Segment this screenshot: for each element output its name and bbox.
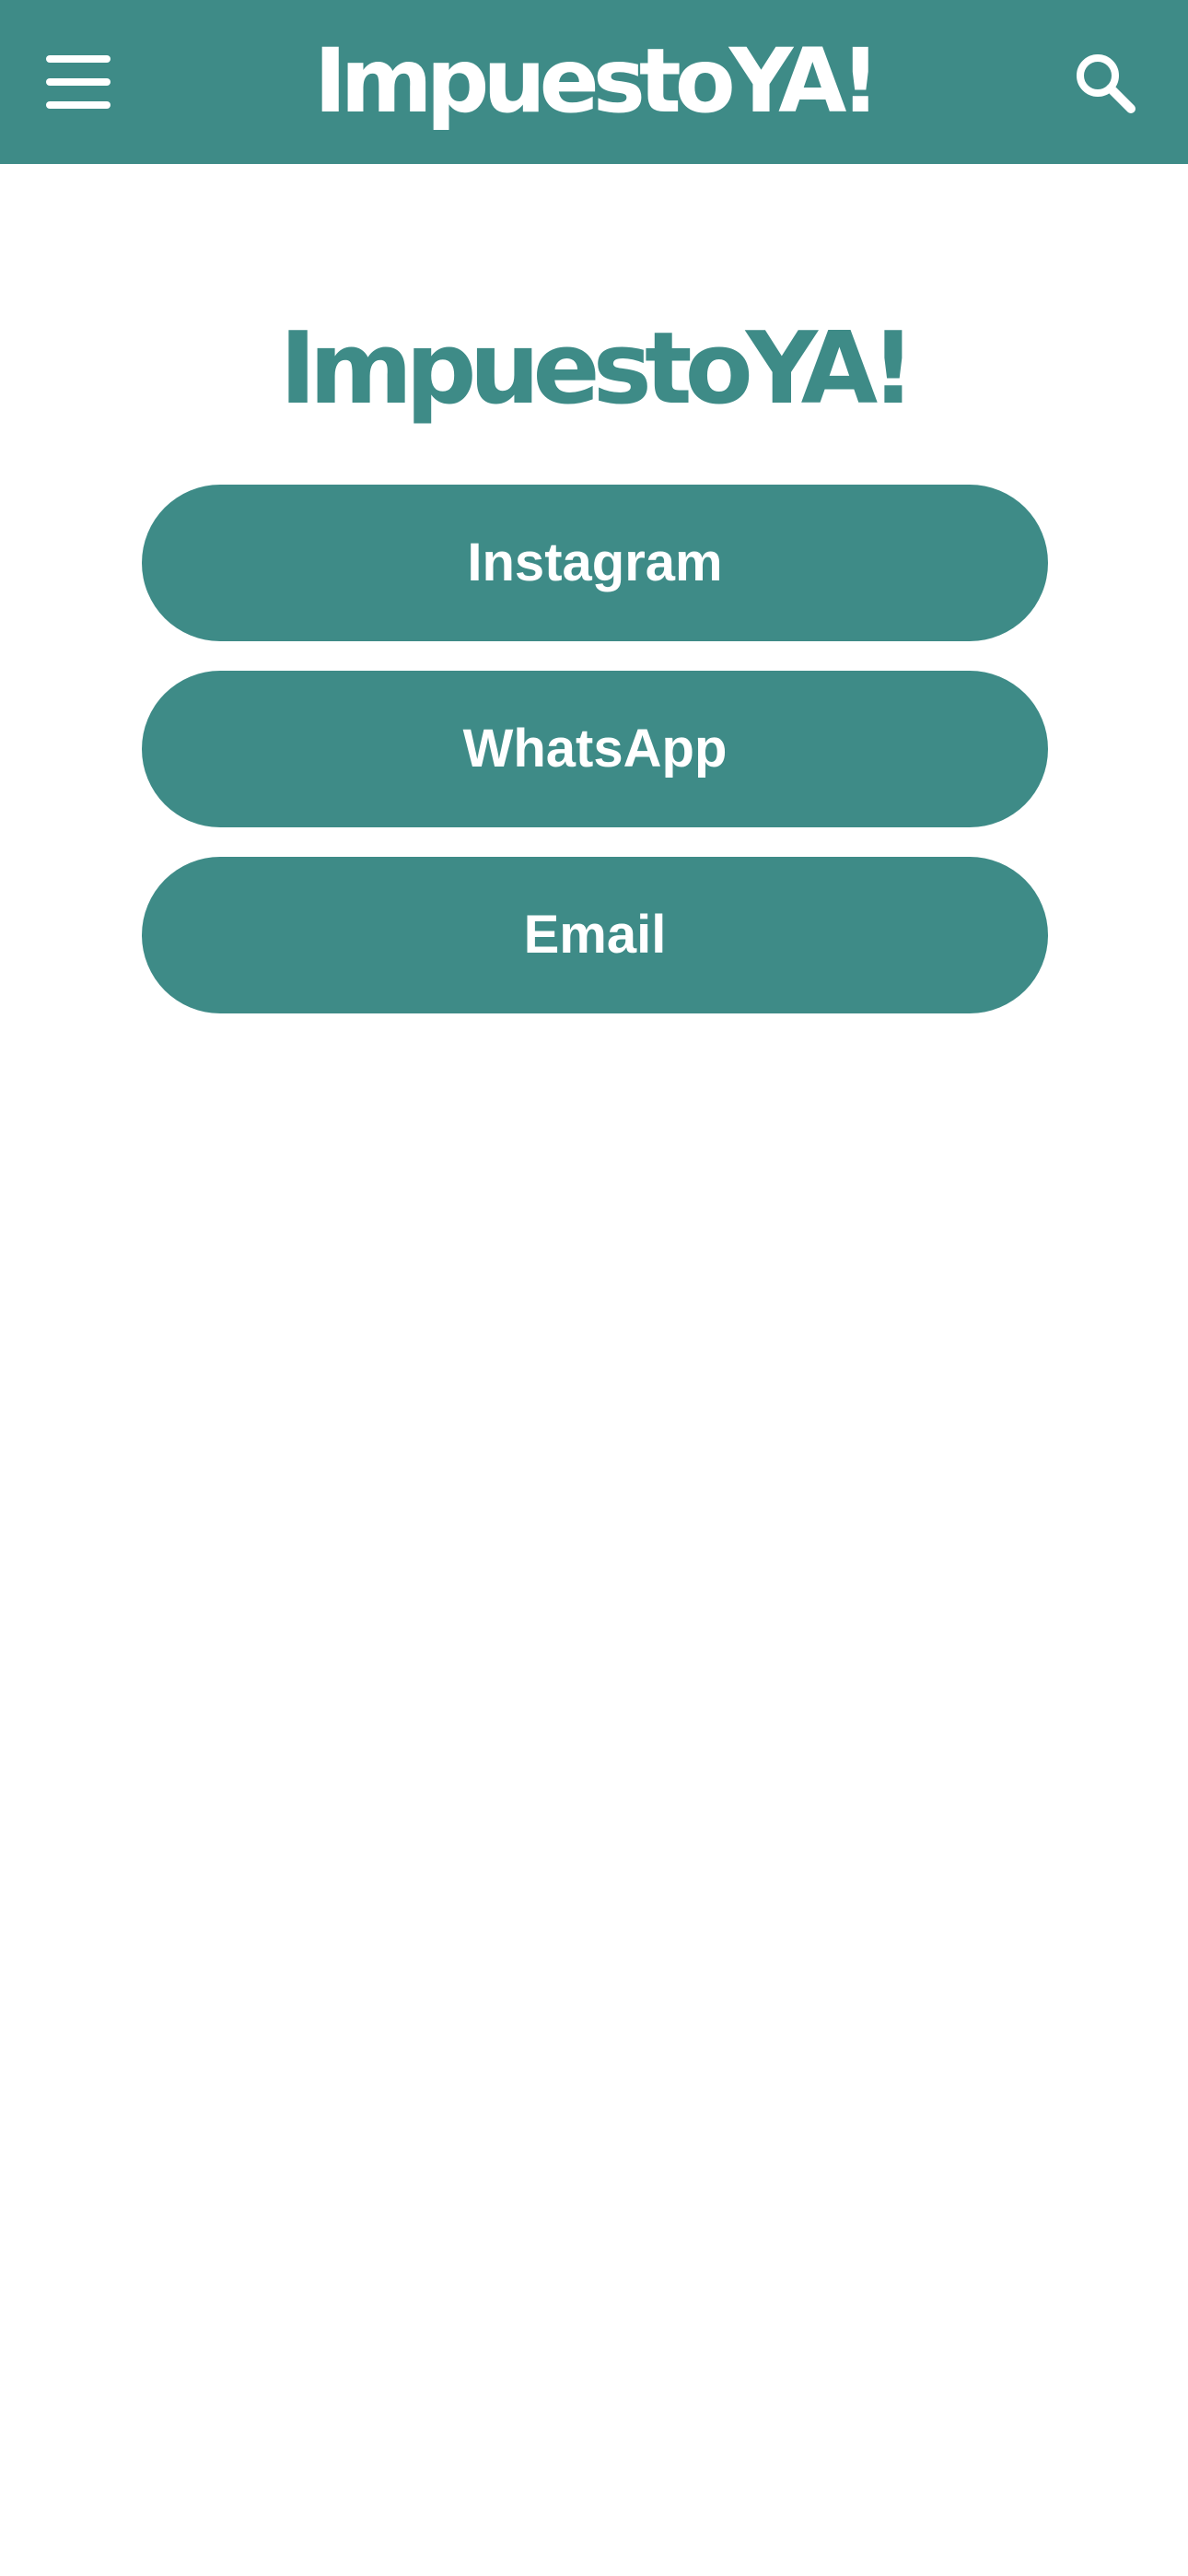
brand-title: ImpuestoYA! [279, 311, 916, 427]
search-icon [1077, 54, 1136, 113]
whatsapp-button[interactable]: WhatsApp [142, 671, 1048, 827]
header-logo[interactable]: ImpuestoYA! [230, 26, 958, 136]
app-header: ImpuestoYA! [0, 0, 1188, 164]
email-button[interactable]: Email [142, 857, 1048, 1013]
instagram-button[interactable]: Instagram [142, 485, 1048, 641]
menu-button[interactable] [37, 42, 120, 122]
search-button[interactable] [1068, 46, 1142, 120]
